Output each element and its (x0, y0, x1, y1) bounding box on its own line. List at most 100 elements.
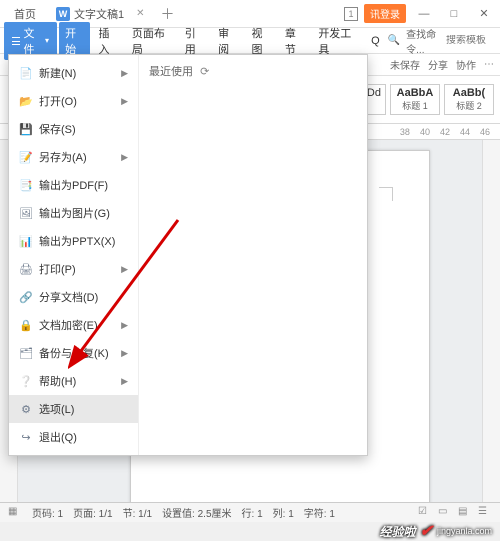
menu-print[interactable]: 🖨 打印(P) ▶ (9, 255, 138, 283)
search-input[interactable] (446, 35, 496, 46)
share-button[interactable]: 分享 (428, 57, 448, 72)
ruler-tick: 40 (420, 127, 430, 137)
menu-label: 文档加密(E) (39, 317, 98, 333)
unsaved-label: 未保存 (390, 57, 420, 72)
new-tab-button[interactable]: ＋ (155, 4, 181, 24)
tab-document-label: 文字文稿1 (74, 6, 124, 22)
search-commands-label: 查找命令... (406, 26, 440, 56)
menu-options[interactable]: ⚙选项(L) (9, 395, 138, 423)
statusbar: ▦ 页码: 1 页面: 1/1 节: 1/1 设置值: 2.5厘米 行: 1 列… (0, 502, 500, 522)
view-layout-icon[interactable]: ▭ (438, 506, 452, 520)
gear-icon: ⚙ (19, 402, 33, 416)
status-row: 行: 1 (242, 505, 263, 520)
document-icon: W (56, 7, 70, 21)
lock-icon: 🔒 (19, 318, 33, 332)
menu-label: 备份与恢复(K) (39, 345, 109, 361)
save-as-icon: 📝 (19, 150, 33, 164)
pdf-icon: 📑 (19, 178, 33, 192)
menu-label: 输出为图片(G) (39, 205, 110, 221)
spell-icon[interactable]: ☑ (418, 506, 432, 520)
menu-encrypt[interactable]: 🔒 文档加密(E) ▶ (9, 311, 138, 339)
open-icon: 📂 (19, 94, 33, 108)
menu-label: 退出(Q) (39, 429, 77, 445)
style-label: 标题 1 (395, 99, 435, 112)
menu-save-as[interactable]: 📝 另存为(A) ▶ (9, 143, 138, 171)
menu-label: 帮助(H) (39, 373, 76, 389)
login-button[interactable]: 讯登录 (364, 4, 406, 23)
pptx-icon: 📊 (19, 234, 33, 248)
menu-new[interactable]: 📄 新建(N) ▶ (9, 59, 138, 87)
search-icon[interactable]: 🔍 (388, 35, 400, 46)
chevron-right-icon: ▶ (121, 376, 128, 387)
status-section: 节: 1/1 (123, 505, 152, 520)
menu-label: 打印(P) (39, 261, 76, 277)
file-menu-recent-panel: 最近使用 ⟳ (139, 55, 367, 455)
style-heading2[interactable]: AaBb( 标题 2 (444, 84, 494, 115)
hamburger-icon (12, 37, 20, 45)
watermark-brand: 经验啦 (380, 523, 416, 540)
badge-count[interactable]: 1 (344, 7, 358, 21)
chevron-right-icon: ▶ (121, 68, 128, 79)
menu-export-pptx[interactable]: 📊 输出为PPTX(X) (9, 227, 138, 255)
new-file-icon: 📄 (19, 66, 33, 80)
close-window-icon[interactable]: ✕ (472, 7, 496, 20)
status-page: 页码: 1 (32, 505, 63, 520)
checkmark-icon: ✔ (420, 521, 433, 541)
view-outline-icon[interactable]: ☰ (478, 506, 492, 520)
refresh-icon[interactable]: ⟳ (200, 66, 209, 78)
menu-help[interactable]: ❔ 帮助(H) ▶ (9, 367, 138, 395)
maximize-icon[interactable]: □ (442, 8, 466, 20)
menu-label: 新建(N) (39, 65, 76, 81)
chevron-right-icon: ▶ (121, 96, 128, 107)
right-rail (482, 140, 500, 502)
print-icon: 🖨 (19, 262, 33, 276)
menu-label: 保存(S) (39, 121, 76, 137)
tab-q[interactable]: Q (365, 32, 386, 50)
menu-label: 输出为PPTX(X) (39, 233, 115, 249)
minimize-icon[interactable]: — (412, 8, 436, 20)
chevron-right-icon: ▶ (121, 152, 128, 163)
save-icon: 💾 (19, 122, 33, 136)
help-icon: ❔ (19, 374, 33, 388)
style-label: 标题 2 (449, 99, 489, 112)
menu-backup[interactable]: 🗂 备份与恢复(K) ▶ (9, 339, 138, 367)
menu-label: 另存为(A) (39, 149, 87, 165)
chevron-right-icon: ▶ (121, 348, 128, 359)
menu-share-doc[interactable]: 🔗 分享文档(D) (9, 283, 138, 311)
more-icon[interactable]: ⋯ (484, 59, 494, 70)
grid-icon[interactable]: ▦ (8, 506, 22, 520)
ruler-tick: 42 (440, 127, 450, 137)
chevron-right-icon: ▶ (121, 264, 128, 275)
menu-save[interactable]: 💾 保存(S) (9, 115, 138, 143)
close-icon[interactable]: ✕ (136, 8, 144, 19)
menu-export-image[interactable]: 🖼 输出为图片(G) (9, 199, 138, 227)
menu-open[interactable]: 📂 打开(O) ▶ (9, 87, 138, 115)
ruler-tick: 38 (400, 127, 410, 137)
recent-label: 最近使用 (149, 66, 193, 78)
watermark-url: jingyanla.com (437, 526, 492, 536)
ruler-tick: 46 (480, 127, 490, 137)
image-icon: 🖼 (19, 206, 33, 220)
status-chars: 字符: 1 (304, 505, 335, 520)
chevron-right-icon: ▶ (121, 320, 128, 331)
watermark: 经验啦 ✔ jingyanla.com (380, 522, 492, 540)
collab-button[interactable]: 协作 (456, 57, 476, 72)
share-icon: 🔗 (19, 290, 33, 304)
menu-export-pdf[interactable]: 📑 输出为PDF(F) (9, 171, 138, 199)
view-web-icon[interactable]: ▤ (458, 506, 472, 520)
margin-corner-icon (379, 187, 393, 201)
status-pages: 页面: 1/1 (73, 505, 112, 520)
menu-exit[interactable]: ↪ 退出(Q) (9, 423, 138, 451)
menu-label: 分享文档(D) (39, 289, 98, 305)
style-heading1[interactable]: AaBbA 标题 1 (390, 84, 440, 115)
exit-icon: ↪ (19, 430, 33, 444)
menubar: 文件 ▾ 开始 插入 页面布局 引用 审阅 视图 章节 开发工具 Q 🔍 查找命… (0, 28, 500, 54)
menu-label: 打开(O) (39, 93, 77, 109)
style-preview: AaBb( (449, 87, 489, 99)
menu-label: 输出为PDF(F) (39, 177, 108, 193)
status-pos: 设置值: 2.5厘米 (162, 505, 231, 520)
file-menu-list: 📄 新建(N) ▶ 📂 打开(O) ▶ 💾 保存(S) 📝 另存为(A) ▶ 📑 输出为PDF(… (9, 55, 139, 455)
file-menu-label: 文件 (23, 25, 42, 57)
backup-icon: 🗂 (19, 346, 33, 360)
file-menu-dropdown: 📄 新建(N) ▶ 📂 打开(O) ▶ 💾 保存(S) 📝 另存为(A) ▶ 📑 输出为PDF(… (8, 54, 368, 456)
